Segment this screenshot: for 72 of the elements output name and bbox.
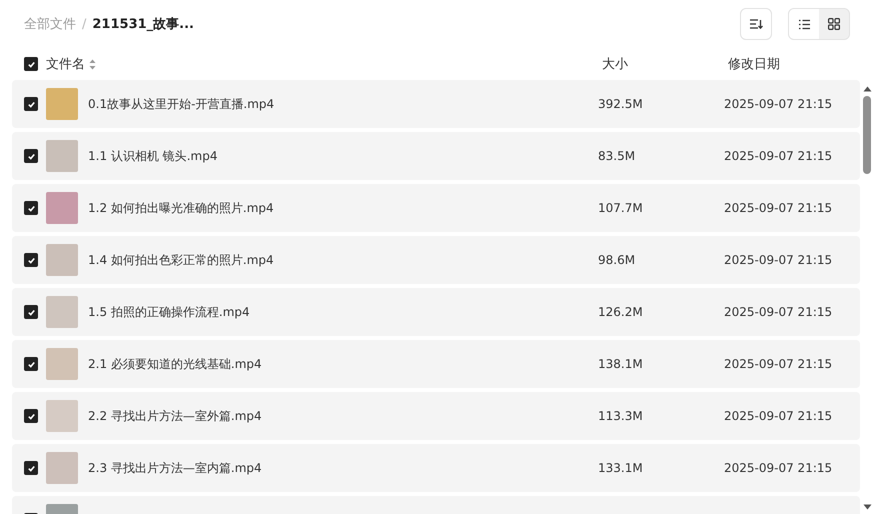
file-size: 98.6M	[598, 253, 636, 267]
modified-date: 2025-09-07 21:15	[724, 149, 832, 163]
breadcrumb-current: 211531_故事...	[92, 16, 194, 33]
file-row[interactable]: 0.1故事从这里开始-开营直播.mp4 392.5M 2025-09-07 21:15	[12, 80, 860, 128]
file-name: 1.2 如何拍出曝光准确的照片.mp4	[88, 200, 275, 216]
grid-icon	[828, 18, 840, 30]
select-all-checkbox[interactable]	[24, 57, 38, 71]
video-thumbnail-placeholder	[46, 296, 78, 328]
file-name: 1.5 拍照的正确操作流程.mp4	[88, 304, 251, 320]
modified-date: 2025-09-07 21:15	[724, 305, 832, 319]
file-name: 2.1 必须要知道的光线基础.mp4	[88, 356, 263, 372]
breadcrumb-separator: /	[82, 16, 86, 32]
file-row[interactable]: 1.5 拍照的正确操作流程.mp4 126.2M 2025-09-07 21:15	[12, 288, 860, 336]
file-row[interactable]: 2.1 必须要知道的光线基础.mp4 138.1M 2025-09-07 21:15	[12, 340, 860, 388]
checkmark-icon	[26, 152, 36, 160]
file-name: 0.1故事从这里开始-开营直播.mp4	[88, 96, 276, 112]
video-thumbnail-placeholder	[46, 452, 78, 484]
row-checkbox[interactable]	[24, 253, 38, 267]
modified-date: 2025-09-07 21:15	[724, 409, 832, 423]
file-size: 107.7M	[598, 201, 644, 215]
row-checkbox[interactable]	[24, 409, 38, 423]
row-checkbox[interactable]	[24, 201, 38, 215]
modified-date: 2025-09-07 21:15	[724, 97, 832, 111]
column-header: 修改日期	[728, 56, 780, 73]
scrollbar-thumb[interactable]	[863, 96, 871, 174]
video-thumbnail-placeholder	[46, 88, 78, 120]
checkmark-icon	[26, 464, 36, 472]
row-checkbox[interactable]	[24, 357, 38, 371]
file-size: 113.3M	[598, 409, 644, 423]
checkmark-icon	[26, 60, 36, 68]
modified-date: 2025-09-07 21:15	[724, 253, 832, 267]
file-row[interactable]: 2.2 寻找出片方法—室外篇.mp4 113.3M 2025-09-07 21:15	[12, 392, 860, 440]
file-name: 2.3 寻找出片方法—室内篇.mp4	[88, 460, 263, 476]
file-size: 133.1M	[598, 461, 644, 475]
file-row[interactable]: 2.3 寻找出片方法—室内篇.mp4 133.1M 2025-09-07 21:15	[12, 444, 860, 492]
sort-button[interactable]	[740, 8, 772, 40]
checkmark-icon	[26, 256, 36, 264]
row-checkbox[interactable]	[24, 305, 38, 319]
list-icon	[798, 18, 810, 30]
checkmark-icon	[26, 100, 36, 108]
video-thumbnail-placeholder	[46, 348, 78, 380]
file-size: 392.5M	[598, 97, 644, 111]
column-header: 大小	[602, 56, 629, 73]
checkmark-icon	[26, 360, 36, 368]
file-size: 126.2M	[598, 305, 644, 319]
file-size: 138.1M	[598, 357, 644, 371]
scroll-down-icon[interactable]	[862, 504, 872, 510]
scroll-up-icon[interactable]	[862, 86, 872, 92]
video-thumbnail-placeholder	[46, 400, 78, 432]
modified-date: 2025-09-07 21:15	[724, 461, 832, 475]
video-thumbnail-placeholder	[46, 192, 78, 224]
file-row[interactable]: 1.1 认识相机 镜头.mp4 83.5M 2025-09-07 21:15	[12, 132, 860, 180]
file-row[interactable]: 1.4 如何拍出色彩正常的照片.mp4 98.6M 2025-09-07 21:15	[12, 236, 860, 284]
checkmark-icon	[26, 412, 36, 420]
checkmark-icon	[26, 204, 36, 212]
video-thumbnail-placeholder	[46, 244, 78, 276]
column-header[interactable]: 文件名	[46, 55, 85, 73]
row-checkbox[interactable]	[24, 461, 38, 475]
list-view-button[interactable]	[789, 9, 819, 39]
file-name: 1.4 如何拍出色彩正常的照片.mp4	[88, 252, 275, 268]
modified-date: 2025-09-07 21:15	[724, 357, 832, 371]
sort-arrows-icon[interactable]	[89, 58, 96, 70]
sort-icon	[749, 18, 763, 30]
checkmark-icon	[26, 308, 36, 316]
file-name: 2.2 寻找出片方法—室外篇.mp4	[88, 408, 263, 424]
file-name: 1.1 认识相机 镜头.mp4	[88, 148, 218, 164]
row-checkbox[interactable]	[24, 97, 38, 111]
video-thumbnail-placeholder	[46, 140, 78, 172]
row-checkbox[interactable]	[24, 149, 38, 163]
file-size: 83.5M	[598, 149, 636, 163]
file-row[interactable]: 1.2 如何拍出曝光准确的照片.mp4 107.7M 2025-09-07 21:15	[12, 184, 860, 232]
modified-date: 2025-09-07 21:15	[724, 201, 832, 215]
